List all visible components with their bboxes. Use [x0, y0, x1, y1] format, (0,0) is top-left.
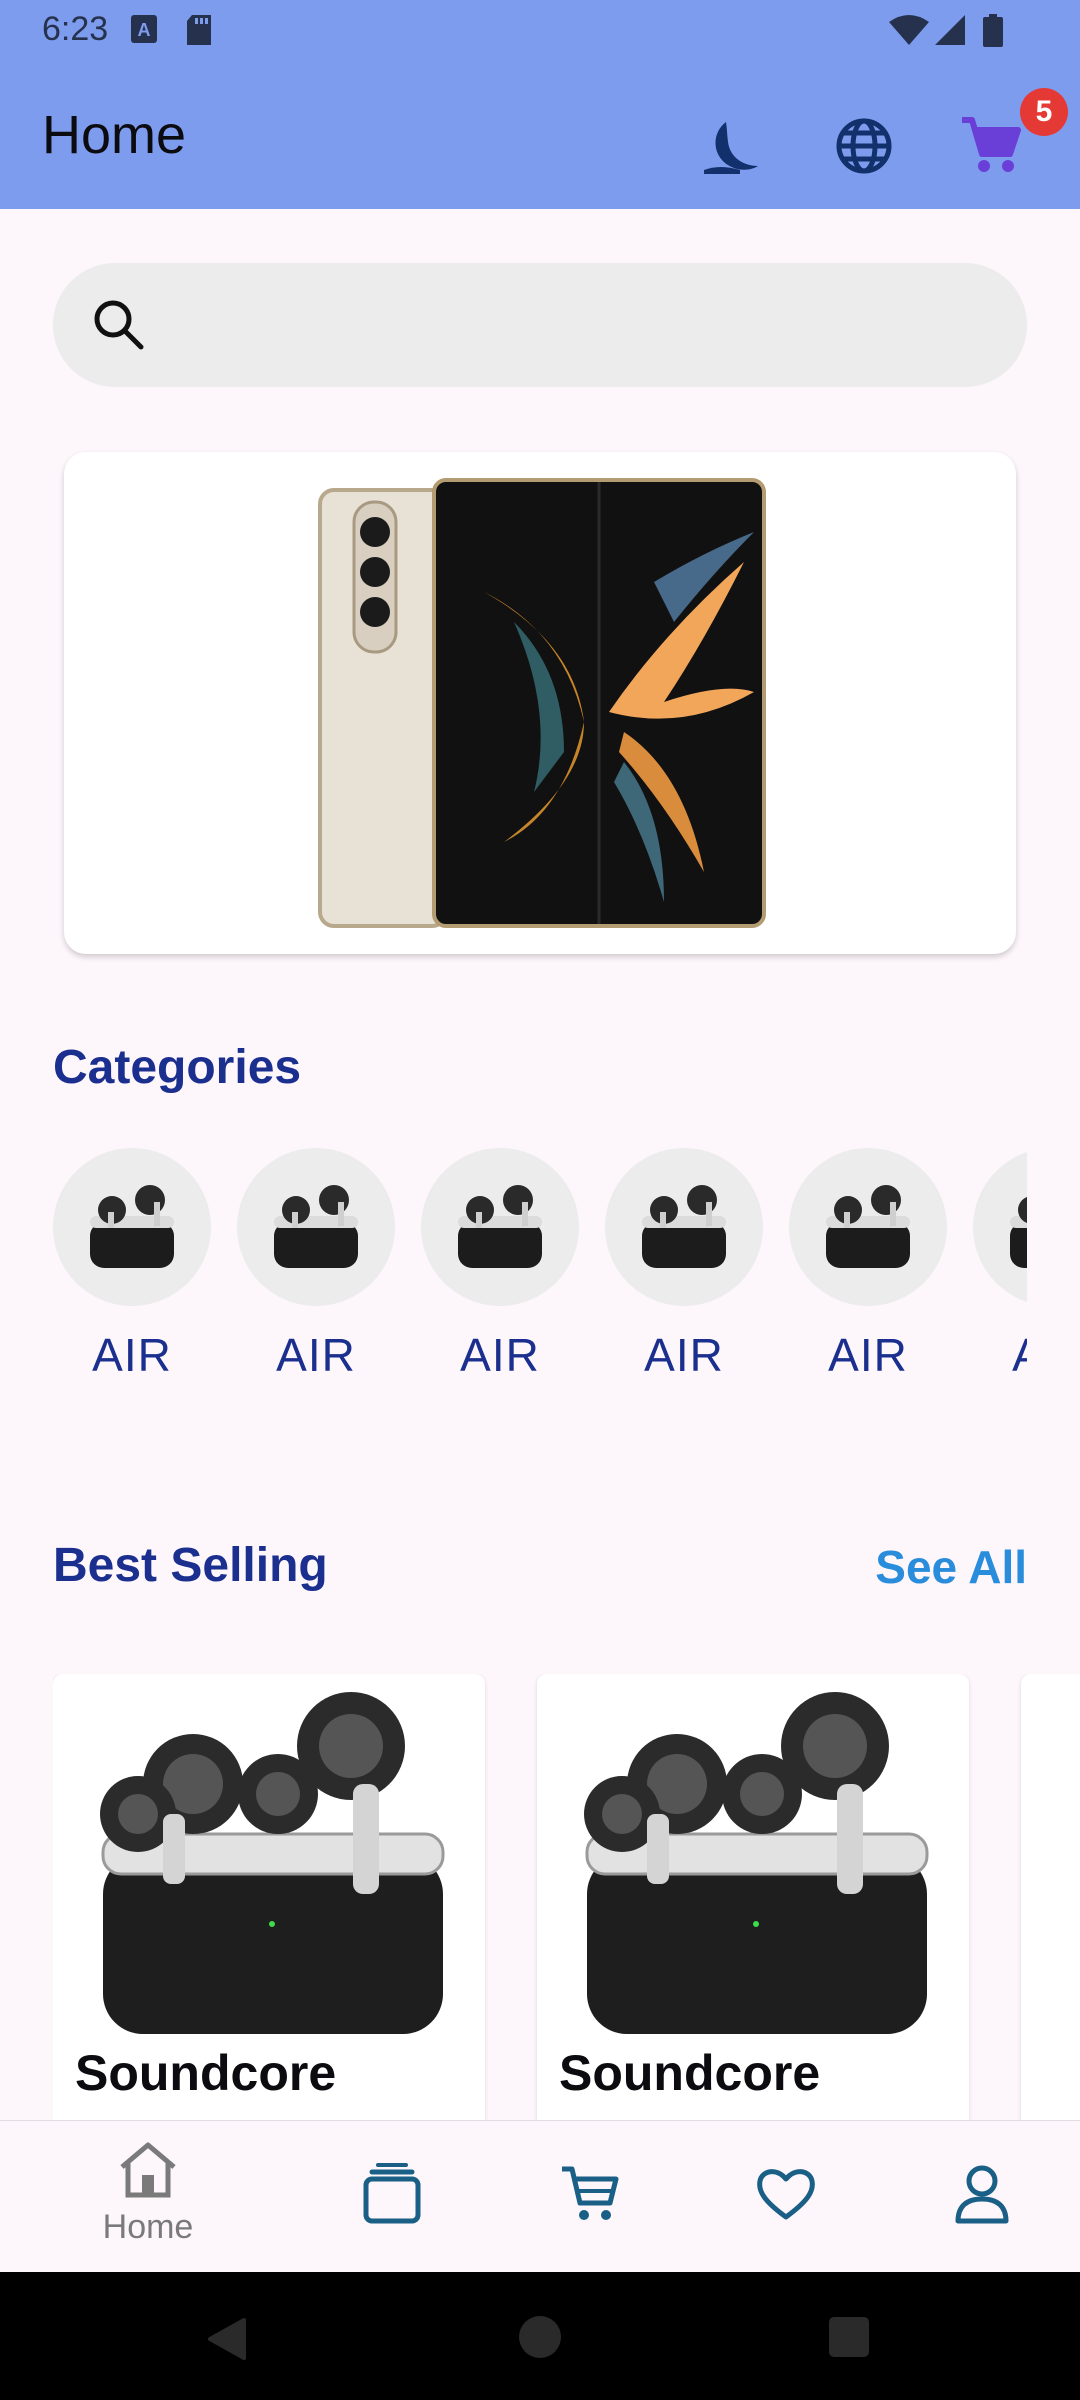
- category-label: AIR: [276, 1329, 356, 1381]
- product-name: Soundcore: [75, 2045, 337, 2101]
- status-bar: 6:23 A: [0, 0, 1080, 64]
- app-bar: Home 5: [0, 64, 1080, 209]
- category-image: [53, 1148, 211, 1306]
- category-image: [605, 1148, 763, 1306]
- category-item[interactable]: AIR: [421, 1148, 579, 1382]
- category-label: AIR: [828, 1329, 908, 1381]
- cart-count-badge: 5: [1020, 88, 1068, 136]
- product-image: [100, 1692, 445, 2034]
- categories-title: Categories: [53, 1041, 302, 1094]
- home-button-icon[interactable]: [517, 2314, 563, 2365]
- category-label: AIR: [973, 1328, 1027, 1382]
- heart-icon: [757, 2169, 815, 2220]
- back-icon[interactable]: [204, 2316, 250, 2367]
- wifi-icon: [888, 14, 930, 51]
- cart-icon[interactable]: [958, 114, 1022, 178]
- best-selling-title: Best Selling: [53, 1539, 328, 1592]
- svg-text:A: A: [138, 20, 151, 40]
- bottom-nav: Home: [0, 2120, 1080, 2273]
- category-image: [973, 1148, 1027, 1306]
- category-item[interactable]: AIR: [973, 1148, 1027, 1382]
- search-icon: [94, 300, 144, 350]
- product-name: Soundcore: [559, 2045, 821, 2101]
- category-label: AIR: [92, 1329, 172, 1381]
- profile-icon: [955, 2165, 1009, 2224]
- sd-card-icon: [186, 14, 212, 51]
- category-item[interactable]: AIR: [237, 1148, 395, 1382]
- see-all-link[interactable]: See All: [875, 1540, 1027, 1594]
- search-bar[interactable]: [53, 263, 1027, 387]
- category-image: [237, 1148, 395, 1306]
- nav-cart[interactable]: [558, 2161, 622, 2230]
- home-icon: [120, 2142, 176, 2198]
- category-item[interactable]: AIR: [53, 1148, 211, 1382]
- cell-signal-icon: [934, 14, 966, 51]
- category-image: [421, 1148, 579, 1306]
- categories-icon: [363, 2163, 421, 2224]
- nav-profile[interactable]: [950, 2161, 1014, 2230]
- nav-favorites[interactable]: [754, 2161, 818, 2230]
- categories-list: AIR AIR AIR AIR AIR AIR: [53, 1148, 1027, 1388]
- nav-home-label: Home: [102, 2208, 194, 2246]
- search-input[interactable]: [173, 283, 997, 369]
- product-card-partial[interactable]: [1021, 1674, 1080, 2124]
- promo-banner[interactable]: [64, 452, 1016, 954]
- category-label: AIR: [460, 1329, 540, 1381]
- category-item[interactable]: AIR: [789, 1148, 947, 1382]
- recents-icon[interactable]: [828, 2316, 870, 2363]
- system-navigation-bar: [0, 2272, 1080, 2400]
- nav-home[interactable]: Home: [96, 2137, 200, 2247]
- category-label: AIR: [644, 1329, 724, 1381]
- category-item[interactable]: AIR: [605, 1148, 763, 1382]
- best-selling-list: Soundcore Soundcore: [53, 1674, 1080, 2124]
- battery-icon: [982, 14, 1004, 53]
- page-title: Home: [42, 105, 187, 165]
- category-image: [789, 1148, 947, 1306]
- language-icon[interactable]: [832, 114, 896, 178]
- dark-mode-icon[interactable]: [700, 114, 764, 178]
- cart-icon: [562, 2166, 619, 2220]
- nav-categories[interactable]: [360, 2161, 424, 2230]
- product-image: [584, 1692, 929, 2034]
- status-time: 6:23: [42, 10, 109, 48]
- product-card[interactable]: Soundcore: [537, 1674, 969, 2124]
- product-card[interactable]: Soundcore: [53, 1674, 485, 2124]
- foldable-phone-image: [318, 478, 766, 928]
- a-notification-icon: A: [130, 14, 158, 49]
